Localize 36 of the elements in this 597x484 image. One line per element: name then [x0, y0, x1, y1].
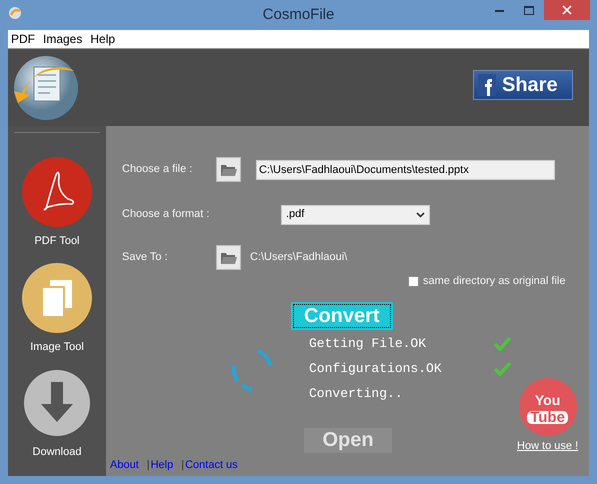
- window-title: CosmoFile: [262, 5, 334, 25]
- maximize-icon: [524, 6, 534, 14]
- download-icon: [22, 368, 92, 438]
- open-button: Open: [304, 428, 392, 452]
- separator: |: [181, 458, 184, 472]
- menu-item[interactable]: Images: [43, 30, 82, 48]
- field-label: Choose a file :: [122, 162, 194, 178]
- close-icon: [562, 5, 572, 15]
- field-label: Save To :: [122, 250, 169, 266]
- menu-item[interactable]: Help: [90, 30, 116, 48]
- file-path-field[interactable]: C:\Users\Fadhlaoui\Documents\tested.pptx: [256, 160, 555, 180]
- folder-button[interactable]: [216, 157, 241, 182]
- status-text: Configurations.OK: [309, 360, 443, 376]
- format-dropdown[interactable]: .pdf: [281, 204, 430, 224]
- sidebar-item[interactable]: PDF Tool: [22, 157, 92, 250]
- copy-icon: [22, 262, 92, 332]
- sidebar-item[interactable]: Download: [22, 368, 92, 460]
- app-icon: [8, 6, 22, 20]
- chevron-down-icon: [416, 212, 425, 218]
- close-button[interactable]: [544, 0, 590, 20]
- checkbox-label: same directory as original file: [423, 274, 566, 289]
- checkbox[interactable]: [408, 276, 419, 287]
- save-path: C:\Users\Fadhlaoui\: [250, 250, 348, 266]
- folder-button[interactable]: [216, 245, 241, 270]
- separator: |: [146, 458, 150, 472]
- status-text: Converting..: [309, 384, 404, 402]
- sidebar-item[interactable]: Image Tool: [22, 262, 92, 355]
- folder-icon: [220, 250, 237, 265]
- folder-icon: [220, 162, 237, 177]
- how-to-use-link[interactable]: How to use !: [517, 438, 578, 455]
- status-text: Getting File.OK: [309, 334, 428, 352]
- menu-item[interactable]: PDF: [11, 30, 35, 48]
- pdf-icon: [22, 157, 92, 227]
- share-button[interactable]: Share: [473, 70, 573, 100]
- field-label: Choose a format :: [122, 207, 210, 222]
- youtube-logo: You Tube: [518, 378, 577, 436]
